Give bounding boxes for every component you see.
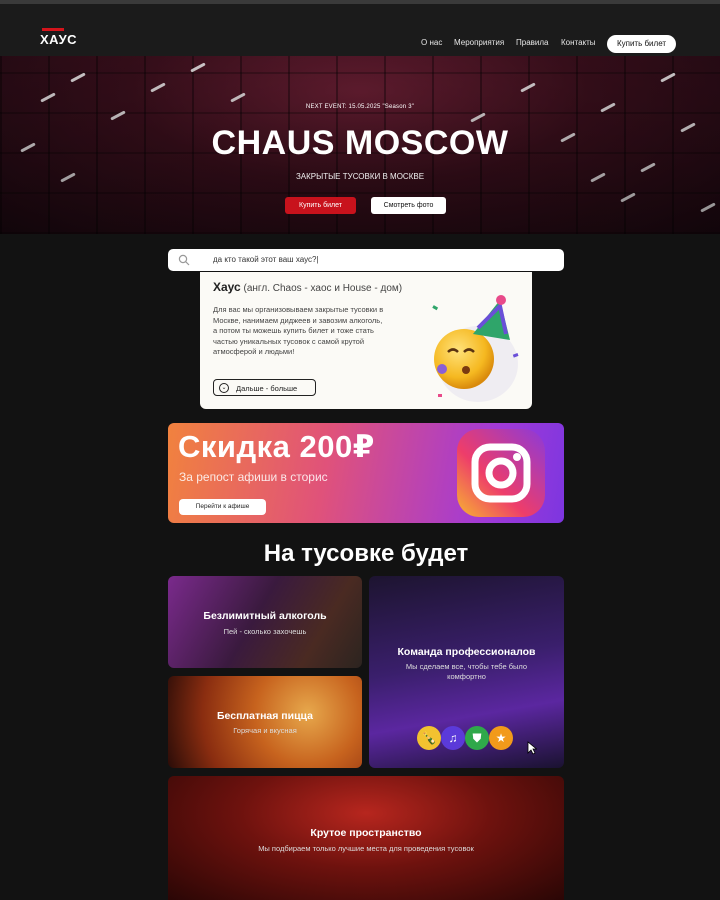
feature-card-pizza: Бесплатная пицца Горячая и вкусная [168, 676, 362, 768]
nav-link-rules[interactable]: Правила [516, 38, 548, 47]
party-face-emoji [432, 295, 519, 402]
feature-card-alcohol: Безлимитный алкоголь Пей - сколько захоч… [168, 576, 362, 668]
promo-subtitle: За репост афиши в сторис [179, 470, 328, 484]
next-event-label: NEXT EVENT: 15.05.2025 "Season 3" [305, 104, 415, 110]
hero-subtitle: ЗАКРЫТЫЕ ТУСОВКИ В МОСКВЕ [295, 172, 425, 181]
nav-link-events[interactable]: Мероприятия [454, 38, 504, 47]
star-icon: ★ [489, 726, 513, 750]
search-icon [178, 254, 190, 266]
feature-title: Безлимитный алкоголь [203, 610, 327, 622]
feature-title: Команда профессионалов [397, 646, 536, 658]
search-bar[interactable]: да кто такой этот ваш хаус?| [168, 249, 564, 271]
site-logo[interactable]: ХАУС [40, 28, 77, 47]
mouse-cursor-icon [527, 741, 537, 755]
promo-title: Скидка 200₽ [178, 429, 375, 464]
about-card-title: Хаус (англ. Chaos - хаос и House - дом) [213, 280, 403, 294]
view-photos-button[interactable]: Смотреть фото [371, 197, 446, 214]
about-card: Хаус (англ. Chaos - хаос и House - дом) … [200, 272, 532, 409]
instagram-icon [457, 429, 545, 517]
feature-subtitle: Мы сделаем все, чтобы тебе было комфортн… [405, 662, 528, 681]
nav-link-about[interactable]: О нас [421, 38, 442, 47]
feature-card-venue: Крутое пространство Мы подбираем только … [168, 776, 564, 900]
go-to-poster-button[interactable]: Перейти к афише [179, 499, 266, 515]
feature-subtitle: Мы подбираем только лучшие места для про… [258, 844, 474, 853]
shield-icon: ⛊ [465, 726, 489, 750]
feature-card-team: Команда профессионалов Мы сделаем все, ч… [369, 576, 564, 768]
hero-banner: NEXT EVENT: 15.05.2025 "Season 3" CHAUS … [0, 56, 720, 234]
feature-title: Бесплатная пицца [217, 710, 313, 722]
search-query-text[interactable]: да кто такой этот ваш хаус?| [213, 255, 319, 264]
buy-ticket-button-hero[interactable]: Купить билет [285, 197, 356, 214]
hero-title: CHAUS MOSCOW [211, 124, 509, 162]
top-navbar: ХАУС О нас Мероприятия Правила Контакты … [0, 0, 720, 56]
promo-banner: Скидка 200₽ За репост афиши в сторис Пер… [168, 423, 564, 523]
about-card-text: Для вас мы организовываем закрытые тусов… [213, 305, 384, 356]
feature-subtitle: Горячая и вкусная [233, 726, 297, 735]
more-button[interactable]: ⌄ Дальше - больше [213, 379, 316, 396]
bottle-icon: 🍾 [417, 726, 441, 750]
music-note-icon: ♫ [441, 726, 465, 750]
feature-title: Крутое пространство [310, 827, 422, 839]
feature-subtitle: Пей - сколько захочешь [223, 627, 307, 636]
features-heading: На тусовке будет [263, 540, 469, 567]
chevron-down-icon: ⌄ [219, 383, 229, 393]
buy-ticket-button-header[interactable]: Купить билет [607, 35, 676, 53]
nav-link-contacts[interactable]: Контакты [561, 38, 596, 47]
